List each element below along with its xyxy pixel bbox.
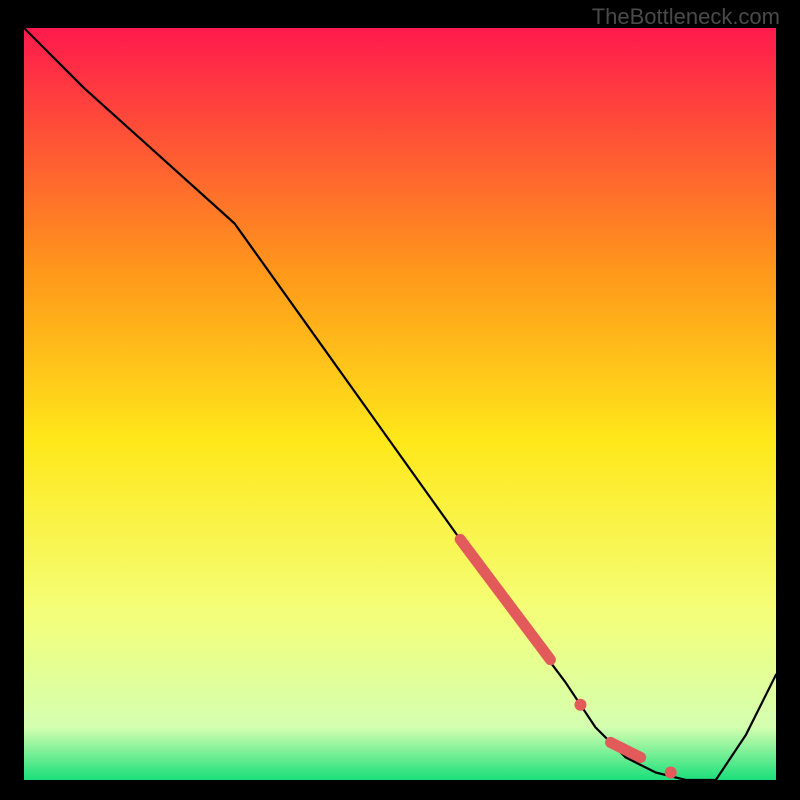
highlight-dot — [665, 766, 677, 778]
highlight-dot — [574, 699, 586, 711]
bottleneck-chart — [24, 28, 776, 780]
plot-area — [24, 28, 776, 780]
watermark-text: TheBottleneck.com — [592, 4, 780, 30]
gradient-background — [24, 28, 776, 780]
chart-frame: TheBottleneck.com — [0, 0, 800, 800]
